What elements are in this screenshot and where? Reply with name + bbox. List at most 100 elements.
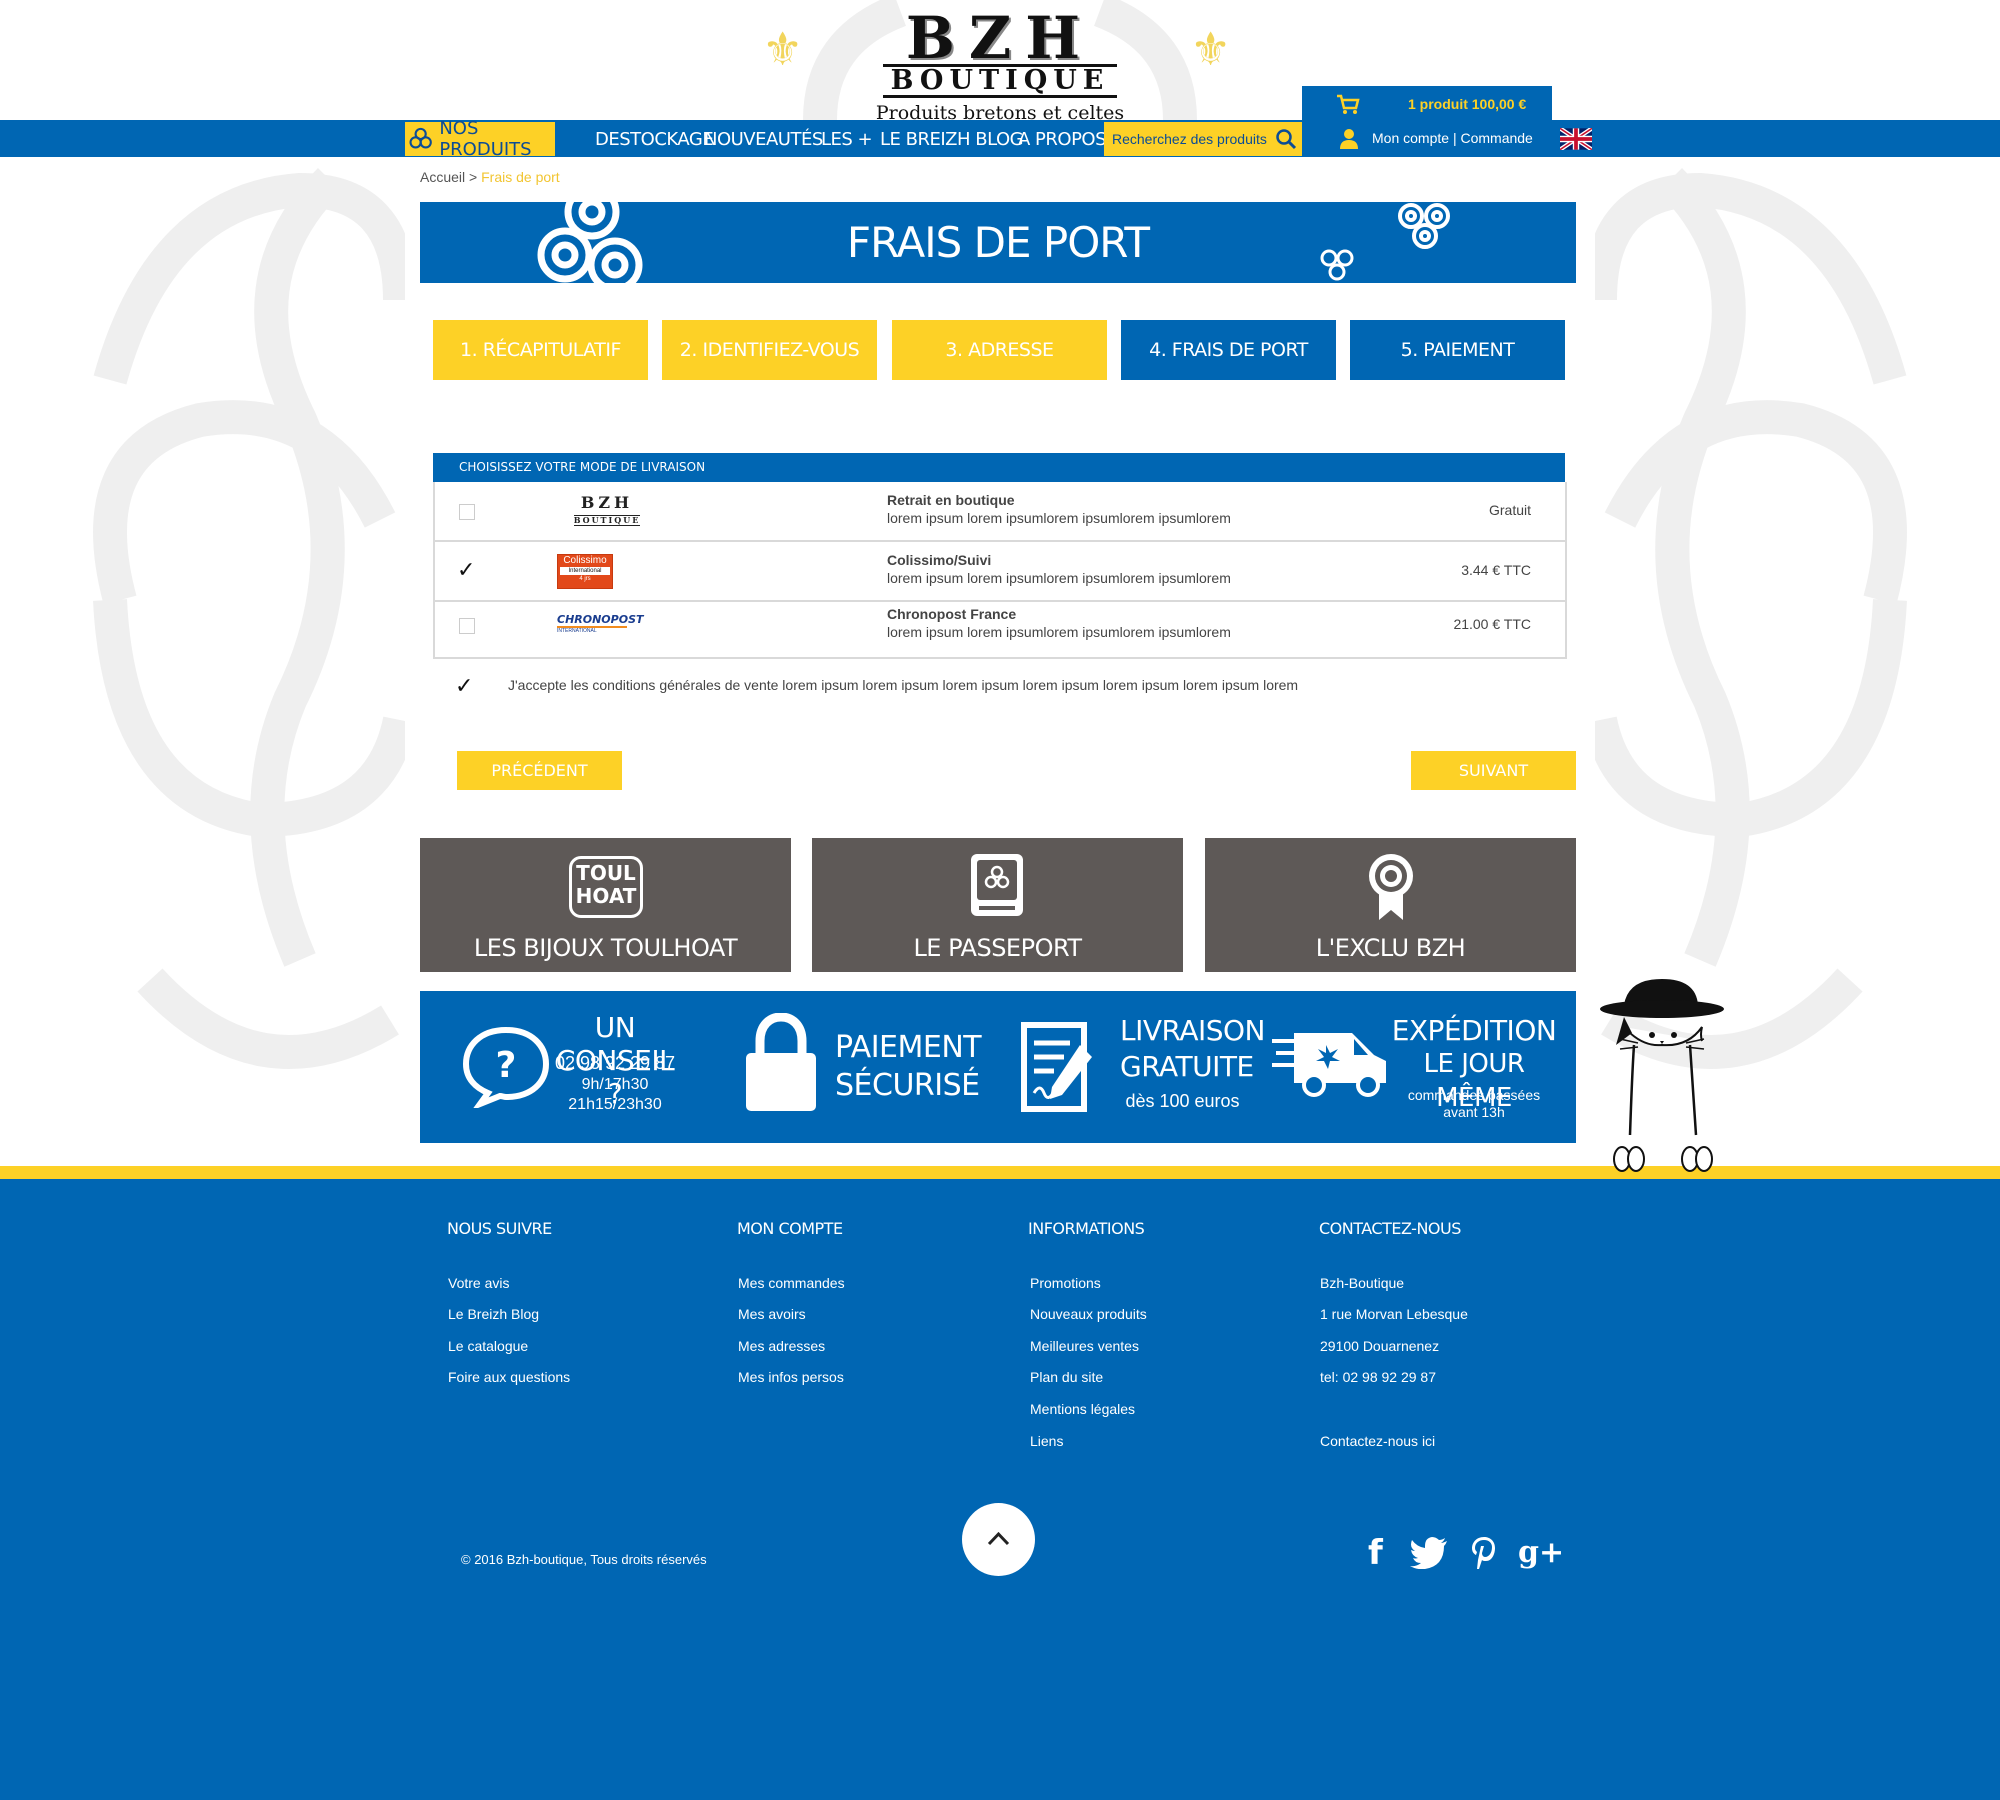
payment-line-1: PAIEMENT [835,1030,982,1065]
previous-button[interactable]: PRÉCÉDENT [457,751,622,790]
breadcrumb-current: Frais de port [481,169,560,185]
delivery-price: 21.00 € TTC [1453,616,1531,632]
my-account-link[interactable]: Mon compte [1372,130,1449,146]
footer-link[interactable]: Promotions [1030,1275,1101,1291]
delivery-options: BZH BOUTIQUE Retrait en boutique lorem i… [433,482,1567,659]
mascot-cat-illustration [1600,979,1724,1172]
colissimo-logo: Colissimo International 4 jrs [557,554,613,589]
footer-link[interactable]: Meilleures ventes [1030,1338,1139,1354]
triskel-icon [409,127,432,149]
nav-item-nouveautes[interactable]: NOUVEAUTÉS [704,125,823,155]
delivery-price: 3.44 € TTC [1461,562,1531,578]
uk-flag-icon[interactable] [1560,128,1592,150]
nav-item-blog[interactable]: LE BREIZH BLOG [880,125,1024,155]
step-identifiez-vous[interactable]: 2. IDENTIFIEZ-VOUS [662,320,877,380]
delivery-option-chronopost[interactable]: CHRONOPOST INTERNATIONAL Chronopost Fran… [435,598,1565,656]
bzh-logo-sub: BOUTIQUE [573,515,641,526]
delivery-checkbox[interactable] [459,504,475,520]
step-recapitulatif[interactable]: 1. RÉCAPITULATIF [433,320,648,380]
footer-link[interactable]: Plan du site [1030,1369,1103,1385]
ermine-left-icon: ⚜ [762,23,804,75]
advice-hours-1: 9h/17h30 [581,1076,649,1093]
award-ribbon-icon [1369,854,1413,920]
nav-item-a-propos[interactable]: A PROPOS [1018,125,1107,155]
delivery-name: Colissimo/Suivi [887,552,992,568]
card-label: L'EXCLU BZH [1315,934,1466,962]
colissimo-logo-days: 4 jrs [579,576,591,582]
footer-link[interactable]: Foire aux questions [448,1369,570,1385]
chronopost-logo: CHRONOPOST INTERNATIONAL [557,614,652,634]
delivery-header: CHOISISSEZ VOTRE MODE DE LIVRAISON [433,453,1565,482]
delivery-price: Gratuit [1488,502,1531,518]
footer-link[interactable]: Mes commandes [738,1275,845,1291]
card-exclu-bzh[interactable]: L'EXCLU BZH [1205,838,1576,972]
delivery-checkbox[interactable] [459,618,475,634]
passport-icon [971,854,1023,916]
footer-contact-link[interactable]: Contactez-nous ici [1320,1433,1435,1449]
padlock-icon [746,1013,816,1111]
delivery-option-retrait[interactable]: BZH BOUTIQUE Retrait en boutique lorem i… [435,482,1565,542]
cart-summary[interactable]: 1 produit 100,00 € [1408,96,1526,112]
logo-sub-text: BOUTIQUE [882,64,1118,98]
search-input[interactable]: Recherchez des produits [1104,122,1302,156]
toulhoat-logo-line-2: HOAT [575,884,637,908]
colissimo-logo-sub: International [560,567,610,575]
delivery-header-label: CHOISISSEZ VOTRE MODE DE LIVRAISON [459,460,706,474]
delivery-line-1: LIVRAISON [1120,1014,1266,1047]
chronopost-logo-text: CHRONOPOST [557,613,644,626]
card-label: LE PASSEPORT [913,934,1082,962]
reassurance-banner: ? UN CONSEIL ? 02 98 92 29 87 9h/17h30 2… [420,991,1576,1143]
nav-products-button[interactable]: NOS PRODUITS [405,118,555,160]
footer-link[interactable]: Liens [1030,1433,1063,1449]
delivery-description: lorem ipsum lorem ipsumlorem ipsumlorem … [887,570,1231,586]
colissimo-logo-text: Colissimo [563,555,607,566]
delivery-option-colissimo[interactable]: ✓ Colissimo International 4 jrs Colissim… [435,542,1565,602]
nav-item-destockage[interactable]: DESTOCKAGE [595,125,714,155]
bzh-logo-main: BZH [580,493,634,512]
site-logo[interactable]: BZH BOUTIQUE Produits bretons et celtes [840,6,1160,124]
footer-link[interactable]: Le Breizh Blog [448,1306,539,1322]
breadcrumb-home[interactable]: Accueil [420,169,465,185]
delivery-name: Retrait en boutique [887,492,1015,508]
cart-icon[interactable] [1336,94,1360,116]
delivery-note: dès 100 euros [1125,1091,1240,1111]
google-plus-icon[interactable]: g+ [1518,1536,1564,1570]
footer-contact-line: tel: 02 98 92 29 87 [1320,1369,1436,1385]
footer-link[interactable]: Mentions légales [1030,1401,1135,1417]
breadcrumb-separator: > [469,169,478,185]
footer-link[interactable]: Mes infos persos [738,1369,844,1385]
twitter-icon[interactable] [1410,1537,1448,1569]
footer-contact-line: 1 rue Morvan Lebesque [1320,1306,1468,1322]
user-icon[interactable] [1339,128,1359,150]
footer-link[interactable]: Mes avoirs [738,1306,806,1322]
delivery-description: lorem ipsum lorem ipsumlorem ipsumlorem … [887,624,1231,640]
footer-link[interactable]: Nouveaux produits [1030,1306,1147,1322]
cgv-checkbox[interactable]: ✓ [455,673,473,699]
delivery-name: Chronopost France [887,606,1017,622]
breadcrumb: Accueil > Frais de port [420,169,560,185]
card-passeport[interactable]: LE PASSEPORT [812,838,1183,972]
next-button[interactable]: SUIVANT [1411,751,1576,790]
signed-document-icon [1021,1022,1092,1112]
step-frais-de-port: 4. FRAIS DE PORT [1121,320,1336,380]
footer-link[interactable]: Le catalogue [448,1338,528,1354]
pinterest-icon[interactable] [1472,1536,1496,1570]
footer-link[interactable]: Mes adresses [738,1338,825,1354]
order-link[interactable]: Commande [1460,130,1532,146]
nav-item-les-plus[interactable]: LES + [821,125,873,155]
step-adresse[interactable]: 3. ADRESSE [892,320,1107,380]
checkmark-icon[interactable]: ✓ [457,559,475,581]
footer-title-informations: INFORMATIONS [1028,1219,1145,1238]
advice-phone[interactable]: 02 98 92 29 87 [550,1053,680,1073]
back-to-top-button[interactable] [962,1503,1035,1576]
copyright: © 2016 Bzh-boutique, Tous droits réservé… [461,1552,707,1567]
facebook-icon[interactable]: f [1368,1536,1383,1570]
delivery-description: lorem ipsum lorem ipsumlorem ipsumlorem … [887,510,1231,526]
card-bijoux-toulhoat[interactable]: TOUL HOAT LES BIJOUX TOULHOAT [420,838,791,972]
cgv-label: J'accepte les conditions générales de ve… [508,677,1299,693]
chronopost-logo-sub: INTERNATIONAL [557,626,627,634]
search-icon[interactable] [1275,128,1297,150]
page-title-banner: FRAIS DE PORT [420,202,1576,283]
footer-link[interactable]: Votre avis [448,1275,509,1291]
page-title: FRAIS DE PORT [846,218,1150,267]
